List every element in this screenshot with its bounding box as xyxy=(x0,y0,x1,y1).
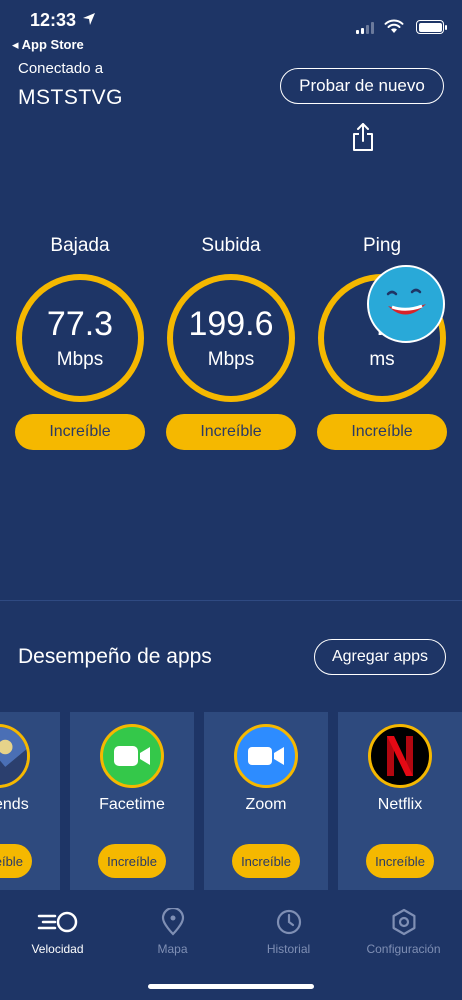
status-bar: 12:33 ◂ App Store xyxy=(0,0,462,56)
back-to-app-store-link[interactable]: ◂ App Store xyxy=(12,37,84,53)
app-name: Zoom xyxy=(245,796,287,813)
app-card-netflix[interactable]: Netflix Increíble xyxy=(338,712,462,890)
ping-title: Ping xyxy=(362,235,402,256)
app-card-zoom[interactable]: Zoom Increíble xyxy=(204,712,328,890)
app-cards-carousel[interactable]: Legends Increíble Facetime Increíble Zoo… xyxy=(0,712,462,890)
app-name: Facetime xyxy=(99,796,165,813)
ping-rating-badge[interactable]: Increíble xyxy=(317,414,447,450)
tab-configuracion[interactable]: Configuración xyxy=(346,908,461,956)
tab-historial[interactable]: Historial xyxy=(231,908,346,956)
tab-label: Historial xyxy=(266,942,311,956)
upload-value: 199.6 xyxy=(188,305,274,343)
legends-app-icon xyxy=(0,724,30,788)
app-name: Legends xyxy=(0,796,29,813)
tab-mapa[interactable]: Mapa xyxy=(115,908,230,956)
app-rating-badge: Increíble xyxy=(98,844,166,878)
facetime-app-icon xyxy=(100,724,164,788)
tab-label: Velocidad xyxy=(31,942,84,956)
add-apps-button[interactable]: Agregar apps xyxy=(314,639,446,675)
app-name: Netflix xyxy=(377,796,423,813)
netflix-app-icon xyxy=(368,724,432,788)
download-metric: Bajada 77.3 Mbps Increíble xyxy=(14,234,146,450)
app-rating-badge: Increíble xyxy=(0,844,32,878)
retest-button[interactable]: Probar de nuevo xyxy=(280,68,444,104)
app-card-facetime[interactable]: Facetime Increíble xyxy=(70,712,194,890)
mascot-icon[interactable] xyxy=(366,264,446,344)
home-indicator[interactable] xyxy=(148,984,314,989)
connected-label: Conectado a xyxy=(18,60,104,77)
app-rating-badge: Increíble xyxy=(366,844,434,878)
apps-section-title: Desempeño de apps xyxy=(18,645,212,668)
upload-title: Subida xyxy=(201,235,261,256)
ping-unit: ms xyxy=(369,349,395,370)
gear-icon xyxy=(392,908,415,936)
location-arrow-icon xyxy=(83,13,95,25)
upload-unit: Mbps xyxy=(207,349,255,370)
map-pin-icon xyxy=(161,908,184,936)
cellular-signal-icon xyxy=(356,22,374,34)
download-gauge: 77.3 Mbps xyxy=(16,274,144,402)
upload-metric: Subida 199.6 Mbps Increíble xyxy=(165,234,297,450)
speed-icon xyxy=(37,911,77,933)
section-divider xyxy=(0,600,462,601)
battery-icon xyxy=(416,20,447,34)
upload-gauge: 199.6 Mbps xyxy=(167,274,295,402)
download-unit: Mbps xyxy=(56,349,104,370)
status-time: 12:33 xyxy=(30,10,77,30)
share-icon[interactable] xyxy=(350,122,376,152)
tab-label: Configuración xyxy=(366,942,441,956)
download-title: Bajada xyxy=(50,235,110,256)
tab-velocidad[interactable]: Velocidad xyxy=(0,908,115,956)
download-rating-badge[interactable]: Increíble xyxy=(15,414,145,450)
upload-rating-badge[interactable]: Increíble xyxy=(166,414,296,450)
app-card-legends[interactable]: Legends Increíble xyxy=(0,712,60,890)
tab-label: Mapa xyxy=(157,942,188,956)
download-value: 77.3 xyxy=(46,305,114,343)
zoom-app-icon xyxy=(234,724,298,788)
network-name: MSTSTVG xyxy=(18,86,124,109)
wifi-icon xyxy=(384,19,404,33)
app-rating-badge: Increíble xyxy=(232,844,300,878)
clock-icon xyxy=(276,909,301,935)
